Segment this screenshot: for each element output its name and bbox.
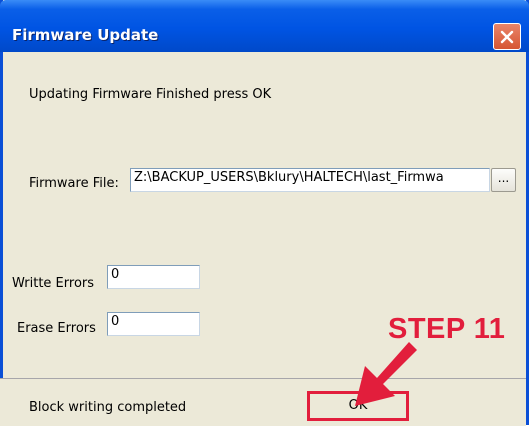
arrow-icon [349,340,419,414]
status-message: Updating Firmware Finished press OK [29,87,272,102]
erase-errors-label: Erase Errors [17,321,96,336]
firmware-update-window: Firmware Update [0,0,529,425]
firmware-file-input[interactable]: Z:\BACKUP_USERS\Bklury\HALTECH\last_Firm… [130,168,490,192]
close-icon [500,30,514,44]
write-errors-label: Writte Errors [12,276,95,291]
window-title: Firmware Update [12,26,159,44]
write-errors-field[interactable]: 0 [107,265,200,289]
close-button[interactable] [493,23,521,50]
erase-errors-field[interactable]: 0 [107,312,200,336]
firmware-file-label: Firmware File: [29,176,119,191]
status-text: Block writing completed [29,400,187,415]
title-bar[interactable]: Firmware Update [0,0,529,52]
browse-button[interactable]: ... [491,168,516,192]
